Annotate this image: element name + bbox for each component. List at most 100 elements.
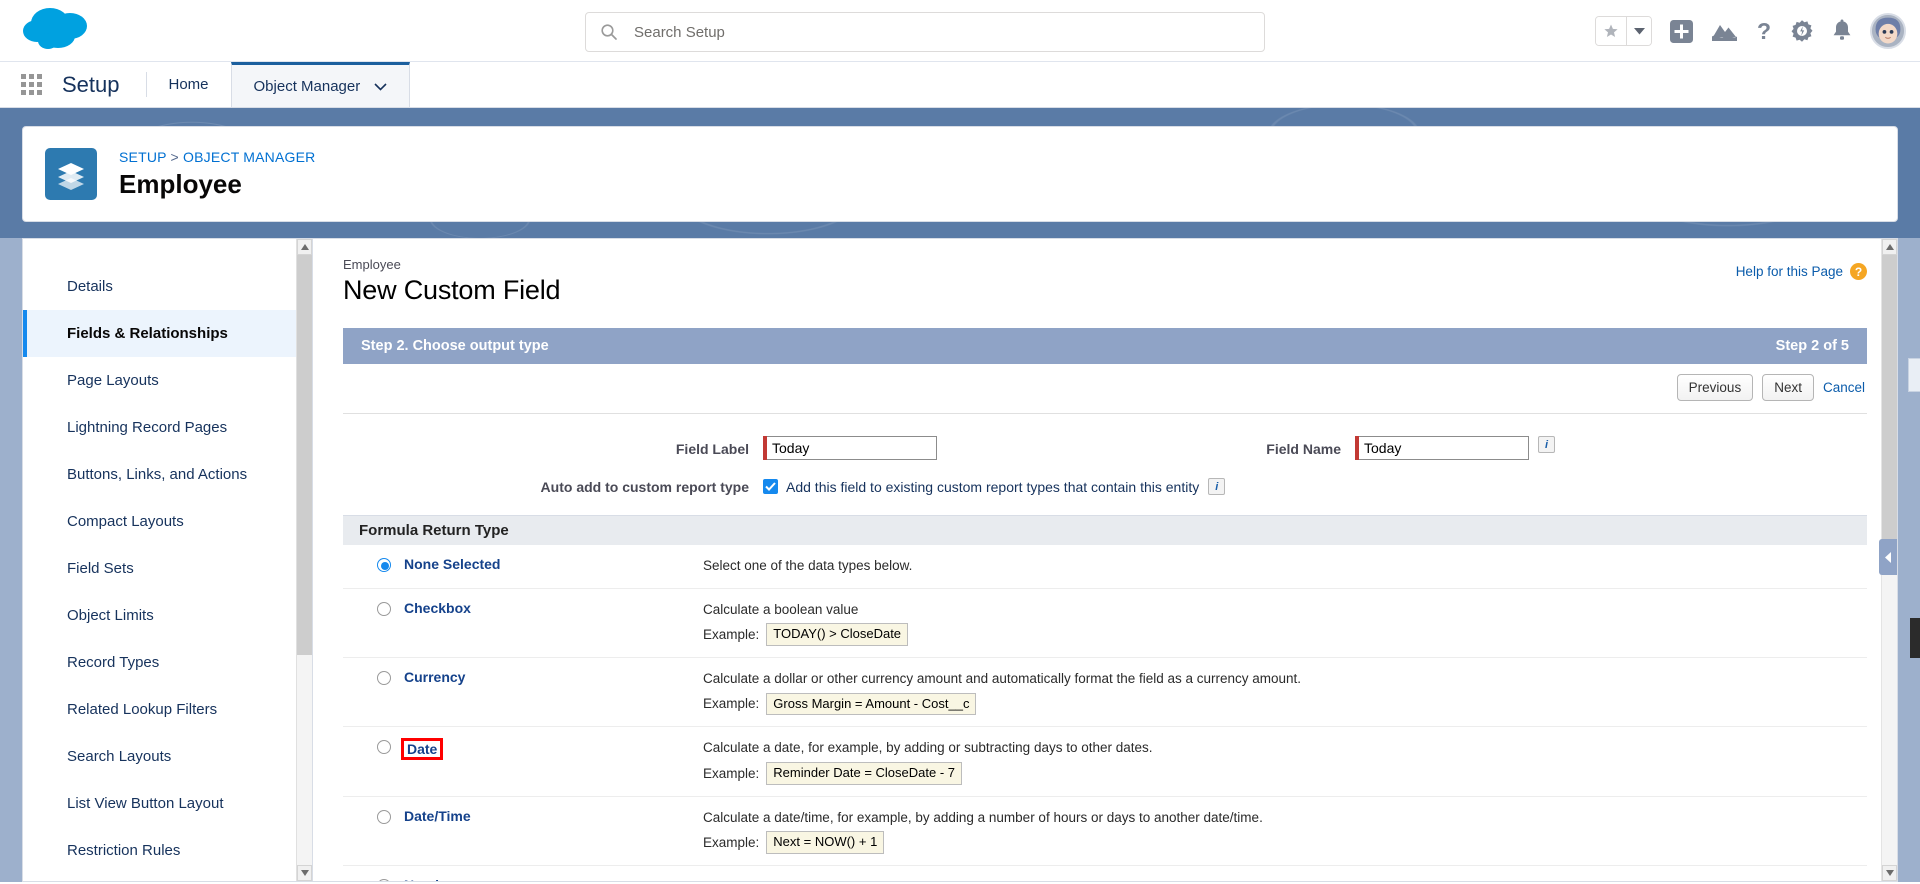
- question-mark-icon[interactable]: ?: [1755, 19, 1773, 44]
- return-type-label[interactable]: Date: [401, 738, 444, 761]
- field-name-caption: Field Name: [1266, 441, 1341, 457]
- field-name-info-icon[interactable]: i: [1538, 436, 1555, 453]
- scroll-up-arrow-icon[interactable]: [297, 239, 312, 255]
- content-header: Employee New Custom Field Help for this …: [343, 257, 1867, 306]
- caret-down-icon[interactable]: [1626, 17, 1651, 45]
- plus-square-icon[interactable]: [1669, 19, 1694, 44]
- auto-add-checkbox[interactable]: [763, 479, 778, 494]
- favorites-group[interactable]: [1595, 16, 1652, 46]
- auto-add-checkbox-label: Add this field to existing custom report…: [786, 478, 1200, 495]
- sidebar-scrollbar[interactable]: [296, 239, 312, 881]
- radio-checkbox[interactable]: [377, 601, 391, 616]
- example-word: Example:: [703, 626, 760, 642]
- radio-datetime[interactable]: [377, 809, 391, 824]
- tab-home[interactable]: Home: [147, 62, 231, 107]
- help-for-this-page-link[interactable]: Help for this Page ?: [1736, 263, 1867, 280]
- right-edge-tab[interactable]: [1908, 358, 1920, 392]
- radio-currency[interactable]: [377, 670, 391, 685]
- sidebar-item-label: Page Layouts: [67, 372, 159, 389]
- avatar[interactable]: [1870, 13, 1906, 49]
- return-type-label[interactable]: Number: [404, 877, 457, 881]
- step-banner-title: Step 2. Choose output type: [361, 338, 549, 354]
- sidebar-item-field-sets[interactable]: Field Sets: [23, 545, 312, 592]
- return-type-label[interactable]: Currency: [404, 669, 465, 685]
- cancel-link[interactable]: Cancel: [1823, 380, 1865, 395]
- sidebar-item-label: Related Lookup Filters: [67, 701, 218, 718]
- radio-none-selected[interactable]: [377, 558, 391, 572]
- field-label-input-wrap[interactable]: [763, 436, 937, 460]
- sidebar-item-object-limits[interactable]: Object Limits: [23, 592, 312, 639]
- object-sidebar: Details Fields & Relationships Page Layo…: [22, 238, 312, 882]
- breadcrumb-object-manager[interactable]: OBJECT MANAGER: [183, 149, 315, 165]
- next-button[interactable]: Next: [1762, 374, 1814, 401]
- field-name-input[interactable]: [1359, 436, 1529, 460]
- field-identity-row: Field Label Field Name i: [343, 414, 1867, 468]
- field-name-group: Field Name i: [1105, 436, 1867, 460]
- sidebar-item-label: Details: [67, 278, 113, 295]
- return-type-label[interactable]: Checkbox: [404, 600, 471, 616]
- sidebar-item-search-layouts[interactable]: Search Layouts: [23, 733, 312, 780]
- return-type-row-currency: Currency Calculate a dollar or other cur…: [343, 658, 1867, 728]
- search-box[interactable]: [585, 12, 1265, 52]
- mountain-cloud-icon[interactable]: [1711, 19, 1738, 43]
- return-type-label[interactable]: Date/Time: [404, 808, 471, 824]
- chevron-down-icon[interactable]: [374, 78, 387, 95]
- field-name-input-wrap[interactable]: [1355, 436, 1529, 460]
- sidebar-item-details[interactable]: Details: [23, 263, 312, 310]
- sidebar-item-restriction-rules[interactable]: Restriction Rules: [23, 827, 312, 874]
- bell-icon[interactable]: [1831, 19, 1853, 43]
- sidebar-scroll-thumb[interactable]: [297, 255, 312, 655]
- star-icon[interactable]: [1596, 17, 1626, 45]
- sidebar-item-label: Compact Layouts: [67, 513, 184, 530]
- tab-home-label: Home: [168, 76, 209, 93]
- breadcrumb-setup[interactable]: SETUP: [119, 149, 166, 165]
- global-search[interactable]: [585, 12, 1265, 52]
- sidebar-item-label: Lightning Record Pages: [67, 419, 228, 436]
- scroll-up-arrow-icon[interactable]: [1882, 239, 1897, 255]
- content-title: New Custom Field: [343, 275, 561, 305]
- search-input[interactable]: [618, 13, 1264, 51]
- tab-object-manager[interactable]: Object Manager: [230, 62, 411, 107]
- sidebar-item-compact-layouts[interactable]: Compact Layouts: [23, 498, 312, 545]
- radio-number[interactable]: [377, 879, 391, 881]
- page-header-card: SETUP > OBJECT MANAGER Employee: [22, 126, 1898, 222]
- gear-icon[interactable]: [1790, 19, 1814, 43]
- sidebar-item-buttons-links-actions[interactable]: Buttons, Links, and Actions: [23, 451, 312, 498]
- return-type-row-date: Date Calculate a date, for example, by a…: [343, 727, 1867, 797]
- return-type-row-none-selected: None Selected Select one of the data typ…: [343, 545, 1867, 589]
- sidebar-item-fields-relationships[interactable]: Fields & Relationships: [23, 310, 312, 357]
- sidebar-item-page-layouts[interactable]: Page Layouts: [23, 357, 312, 404]
- sidebar-item-lightning-record-pages[interactable]: Lightning Record Pages: [23, 404, 312, 451]
- return-type-label[interactable]: None Selected: [404, 556, 500, 572]
- example-word: Example:: [703, 765, 760, 781]
- step-banner: Step 2. Choose output type Step 2 of 5: [343, 328, 1867, 364]
- panel-collapse-handle[interactable]: [1879, 539, 1897, 575]
- sidebar-item-list-view-button-layout[interactable]: List View Button Layout: [23, 780, 312, 827]
- sidebar-item-record-types[interactable]: Record Types: [23, 639, 312, 686]
- sidebar-item-related-lookup-filters[interactable]: Related Lookup Filters: [23, 686, 312, 733]
- browser-scroll-indicator[interactable]: [1910, 618, 1920, 658]
- radio-date[interactable]: [377, 740, 391, 755]
- help-question-icon[interactable]: ?: [1850, 263, 1867, 280]
- return-type-description: Calculate a date, for example, by adding…: [703, 740, 1153, 756]
- return-type-row-checkbox: Checkbox Calculate a boolean value Examp…: [343, 589, 1867, 658]
- sidebar-item-label: Object Limits: [67, 607, 154, 624]
- salesforce-cloud-logo[interactable]: [20, 3, 98, 59]
- field-label-input[interactable]: [767, 436, 937, 460]
- auto-add-info-icon[interactable]: i: [1208, 478, 1226, 495]
- scroll-down-arrow-icon[interactable]: [297, 865, 312, 881]
- return-type-row-datetime: Date/Time Calculate a date/time, for exa…: [343, 797, 1867, 867]
- main-scroll-thumb[interactable]: [1882, 255, 1897, 555]
- return-type-example: TODAY() > CloseDate: [766, 623, 909, 646]
- app-launcher-icon[interactable]: [0, 62, 62, 107]
- context-label: Employee: [343, 257, 401, 272]
- breadcrumb-separator: >: [170, 148, 179, 165]
- page-header-region: SETUP > OBJECT MANAGER Employee: [0, 108, 1920, 238]
- global-header: ?: [0, 0, 1920, 62]
- sidebar-item-label: Buttons, Links, and Actions: [67, 466, 248, 483]
- scroll-down-arrow-icon[interactable]: [1882, 865, 1897, 881]
- formula-return-type-section-header: Formula Return Type: [343, 515, 1867, 545]
- step-banner-counter: Step 2 of 5: [1775, 338, 1849, 354]
- previous-button[interactable]: Previous: [1676, 374, 1754, 401]
- return-type-description: Calculate a numeric value.: [703, 877, 1867, 881]
